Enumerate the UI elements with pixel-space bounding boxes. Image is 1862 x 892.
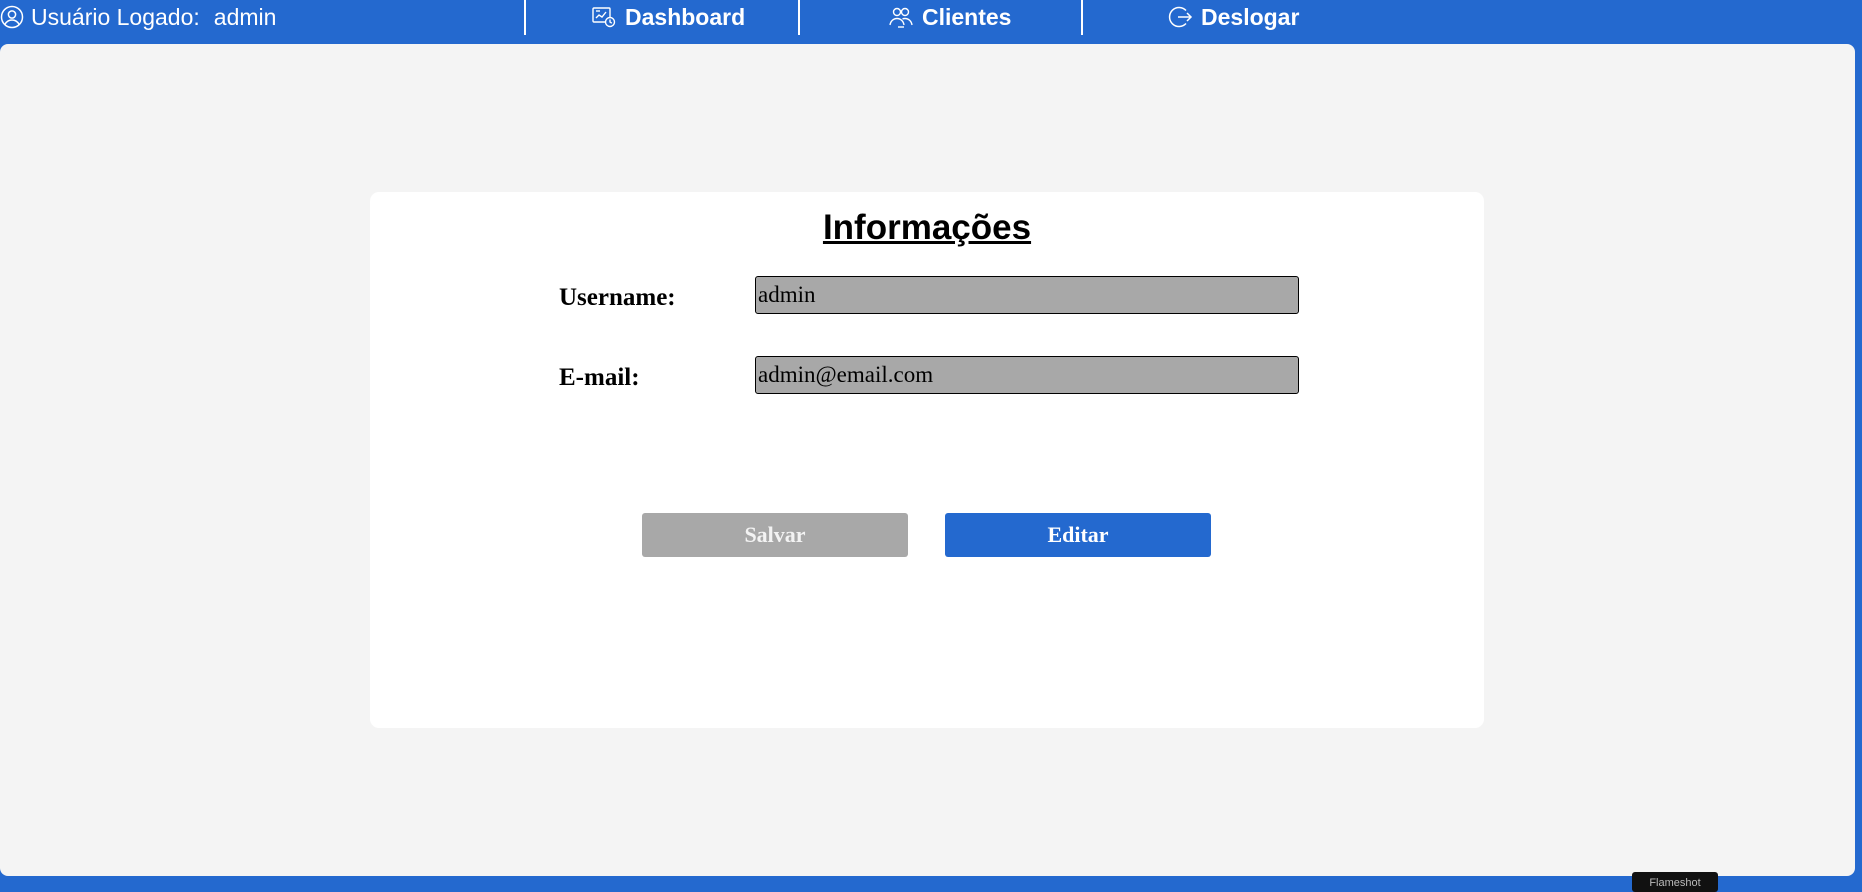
email-label: E-mail: xyxy=(559,364,640,391)
dashboard-icon xyxy=(592,7,616,28)
nav-logout[interactable]: Deslogar xyxy=(1167,0,1299,34)
nav-divider xyxy=(798,0,800,35)
main-content-panel: Informações Username: E-mail: Salvar Edi… xyxy=(0,44,1855,876)
nav-dashboard-label: Dashboard xyxy=(625,3,746,30)
page-title: Informações xyxy=(822,208,1032,247)
logout-icon xyxy=(1168,6,1193,28)
nav-divider xyxy=(1081,0,1083,35)
logged-user-info: Usuário Logado: admin xyxy=(0,0,276,34)
user-icon xyxy=(0,5,24,29)
username-field[interactable] xyxy=(755,276,1299,314)
logged-user-label: Usuário Logado: xyxy=(31,3,200,30)
nav-clients[interactable]: Clientes xyxy=(888,0,1011,34)
logged-username: admin xyxy=(213,3,277,30)
nav-logout-label: Deslogar xyxy=(1201,3,1300,30)
info-card: Informações Username: E-mail: Salvar Edi… xyxy=(370,192,1484,728)
save-button[interactable]: Salvar xyxy=(642,513,908,557)
clients-icon xyxy=(889,7,913,28)
nav-clients-label: Clientes xyxy=(922,3,1012,30)
nav-dashboard[interactable]: Dashboard xyxy=(591,0,745,34)
edit-button[interactable]: Editar xyxy=(945,513,1211,557)
email-field[interactable] xyxy=(755,356,1299,394)
flameshot-tooltip: Flameshot xyxy=(1632,872,1718,892)
nav-divider xyxy=(524,0,526,35)
username-label: Username: xyxy=(559,284,676,311)
top-navbar: Usuário Logado: admin Dashboard Clientes xyxy=(0,0,1862,36)
